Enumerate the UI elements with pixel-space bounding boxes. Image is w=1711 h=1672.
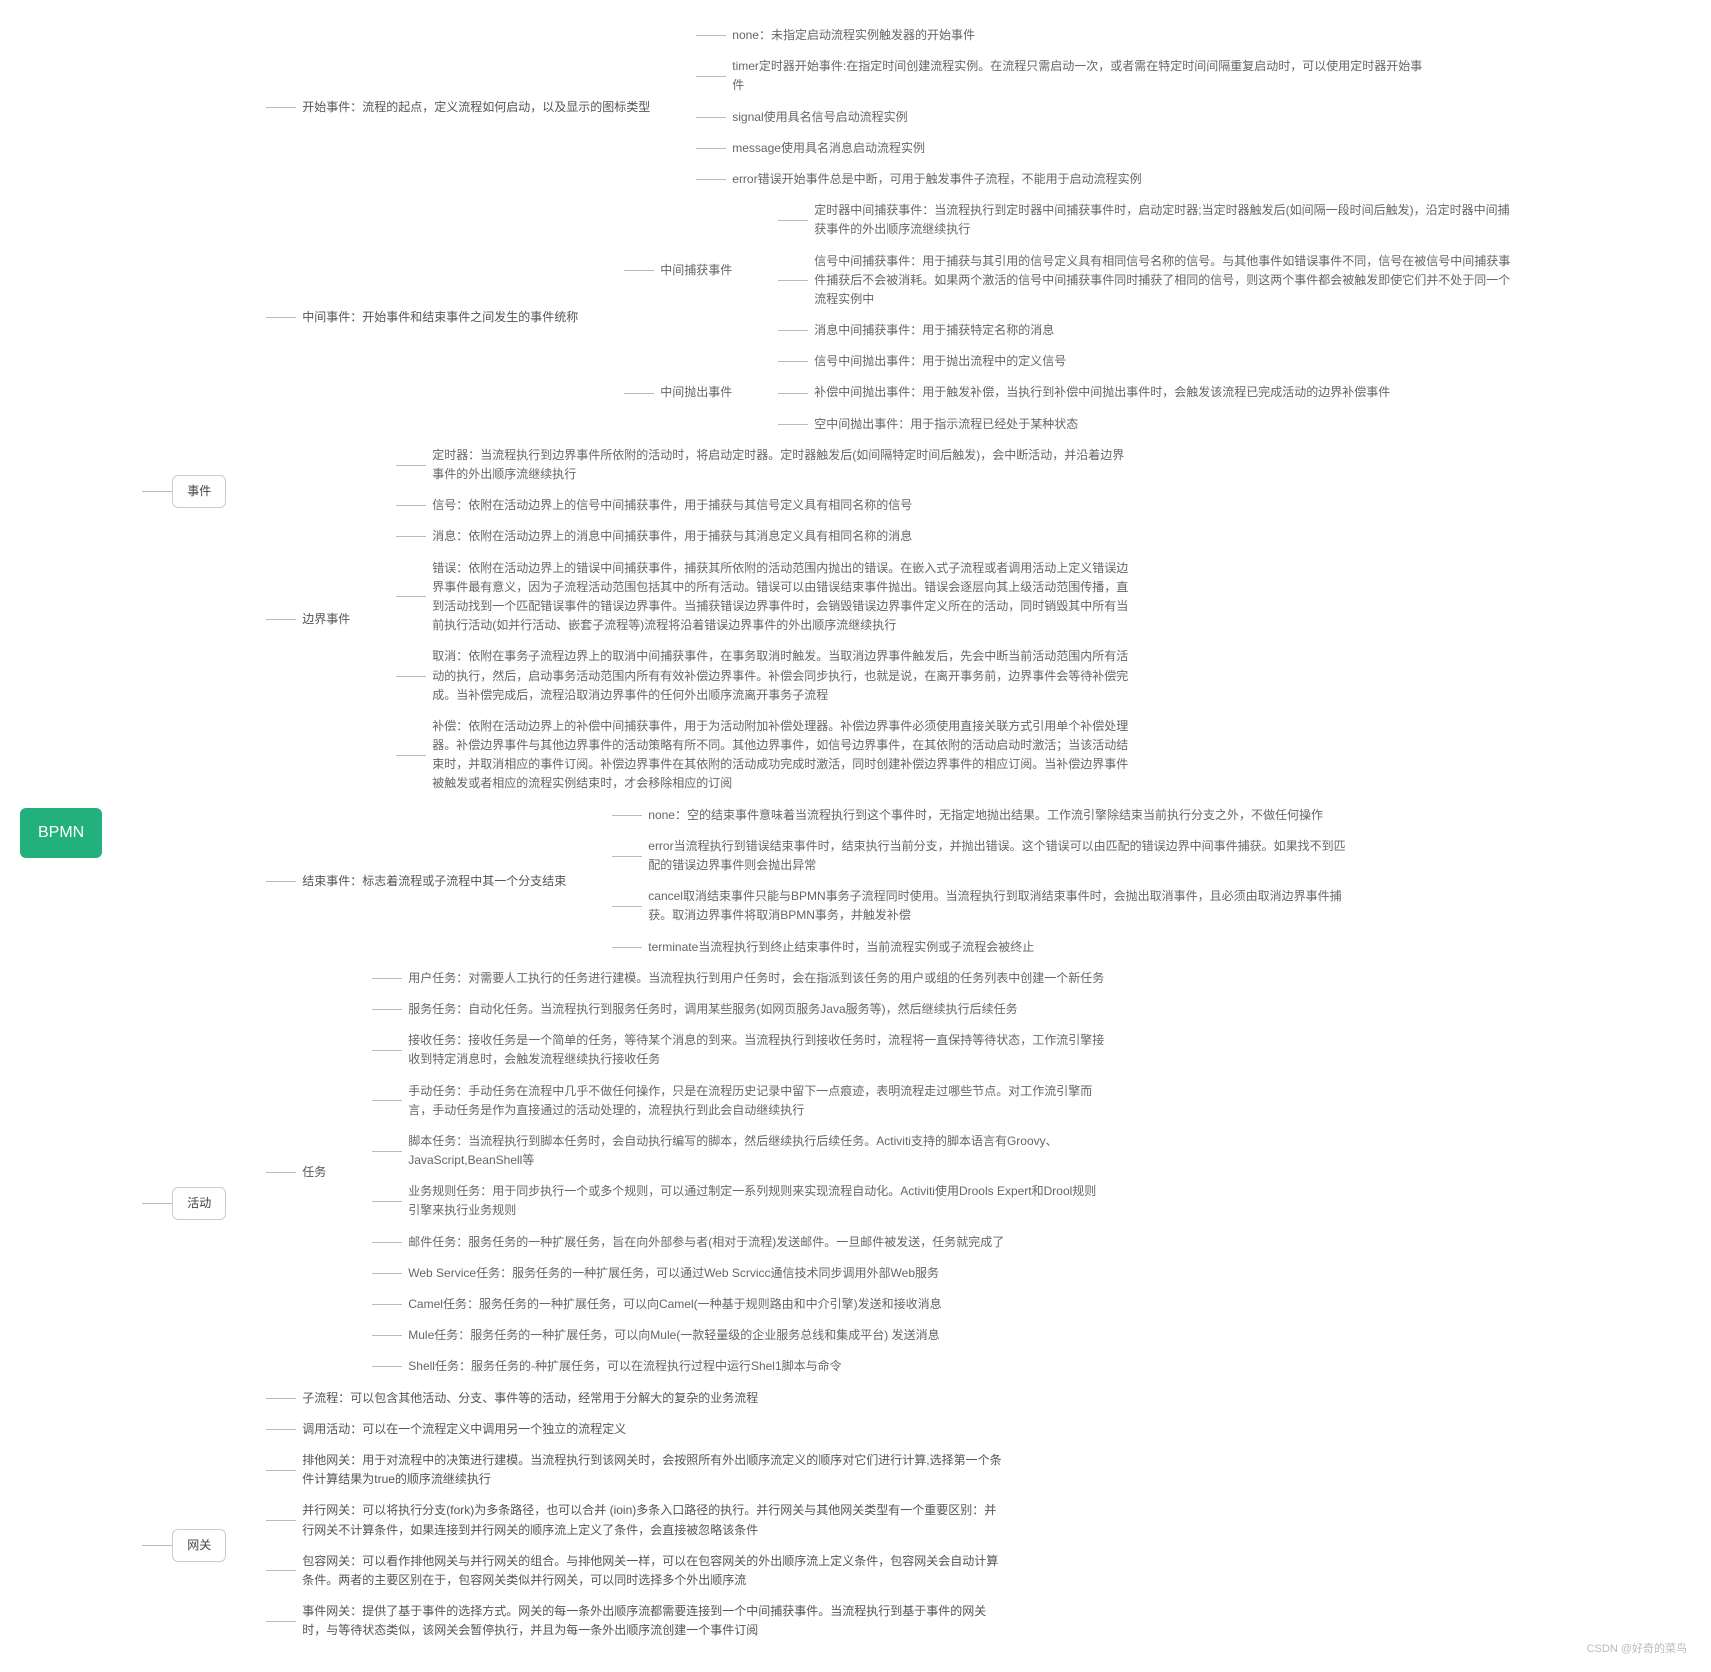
- node: 错误：依附在活动边界上的错误中间捕获事件，捕获其所依附的活动范围内抛出的错误。在…: [426, 557, 1138, 638]
- node: 中间捕获事件: [654, 259, 738, 282]
- node: error当流程执行到错误结束事件时，结束执行当前分支，并抛出错误。这个错误可以…: [642, 835, 1354, 877]
- node: Mule任务：服务任务的一种扩展任务，可以向Mule(一款轻量级的企业服务总线和…: [402, 1324, 945, 1347]
- node: Camel任务：服务任务的一种扩展任务，可以向Camel(一种基于规则路由和中介…: [402, 1293, 947, 1316]
- node: 子流程：可以包含其他活动、分支、事件等的活动，经常用于分解大的复杂的业务流程: [296, 1387, 764, 1410]
- node: 任务: [296, 1161, 332, 1184]
- node: 排他网关：用于对流程中的决策进行建模。当流程执行到该网关时，会按照所有外出顺序流…: [296, 1449, 1008, 1491]
- node: 中间事件：开始事件和结束事件之间发生的事件统称: [296, 306, 584, 329]
- node: none：未指定启动流程实例触发器的开始事件: [726, 24, 981, 47]
- level1-node: 网关: [172, 1529, 226, 1562]
- node: 用户任务：对需要人工执行的任务进行建模。当流程执行到用户任务时，会在指派到该任务…: [402, 967, 1110, 990]
- node: signal使用具名信号启动流程实例: [726, 106, 913, 129]
- node: timer定时器开始事件:在指定时间创建流程实例。在流程只需启动一次，或者需在特…: [726, 55, 1438, 97]
- node: 并行网关：可以将执行分支(fork)为多条路径，也可以合并 (ioin)多条入口…: [296, 1499, 1008, 1541]
- node: none：空的结束事件意味着当流程执行到这个事件时，无指定地抛出结果。工作流引擎…: [642, 804, 1329, 827]
- node: 业务规则任务：用于同步执行一个或多个规则，可以通过制定一系列规则来实现流程自动化…: [402, 1180, 1114, 1222]
- node: 包容网关：可以看作排他网关与并行网关的组合。与排他网关一样，可以在包容网关的外出…: [296, 1550, 1008, 1592]
- root-label: BPMN: [38, 824, 84, 841]
- node: 脚本任务：当流程执行到脚本任务时，会自动执行编写的脚本，然后继续执行后续任务。A…: [402, 1130, 1114, 1172]
- node: Shell任务：服务任务的-种扩展任务，可以在流程执行过程中运行Shel1脚本与…: [402, 1355, 847, 1378]
- node: 补偿中间抛出事件：用于触发补偿，当执行到补偿中间抛出事件时，会触发该流程已完成活…: [808, 381, 1396, 404]
- node: 信号中间抛出事件：用于抛出流程中的定义信号: [808, 350, 1072, 373]
- node: 接收任务：接收任务是一个简单的任务，等待某个消息的到来。当流程执行到接收任务时，…: [402, 1029, 1114, 1071]
- node: 定时器：当流程执行到边界事件所依附的活动时，将启动定时器。定时器触发后(如间隔特…: [426, 444, 1138, 486]
- root-node: BPMN: [20, 808, 102, 858]
- node: 服务任务：自动化任务。当流程执行到服务任务时，调用某些服务(如网页服务Java服…: [402, 998, 1023, 1021]
- node: 定时器中间捕获事件：当流程执行到定时器中间捕获事件时，启动定时器;当定时器触发后…: [808, 199, 1520, 241]
- node: cancel取消结束事件只能与BPMN事务子流程同时使用。当流程执行到取消结束事…: [642, 885, 1354, 927]
- watermark: CSDN @好奇的菜鸟: [1587, 1640, 1687, 1656]
- node: 事件网关：提供了基于事件的选择方式。网关的每一条外出顺序流都需要连接到一个中间捕…: [296, 1600, 1008, 1642]
- node: 结束事件：标志着流程或子流程中其一个分支结束: [296, 870, 572, 893]
- node: 空中间抛出事件：用于指示流程已经处于某种状态: [808, 413, 1084, 436]
- node: 邮件任务：服务任务的一种扩展任务，旨在向外部参与者(相对于流程)发送邮件。一旦邮…: [402, 1231, 1010, 1254]
- node: terminate当流程执行到终止结束事件时，当前流程实例或子流程会被终止: [642, 936, 1040, 959]
- node: message使用具名消息启动流程实例: [726, 137, 931, 160]
- node: 信号中间捕获事件：用于捕获与其引用的信号定义具有相同信号名称的信号。与其他事件如…: [808, 250, 1520, 312]
- node: 边界事件: [296, 608, 356, 631]
- node: 信号：依附在活动边界上的信号中间捕获事件，用于捕获与其信号定义具有相同名称的信号: [426, 494, 918, 517]
- node: 消息中间捕获事件：用于捕获特定名称的消息: [808, 319, 1060, 342]
- level1-node: 事件: [172, 475, 226, 508]
- node: Web Service任务：服务任务的一种扩展任务，可以通过Web Scrvic…: [402, 1262, 945, 1285]
- node: 调用活动：可以在一个流程定义中调用另一个独立的流程定义: [296, 1418, 632, 1441]
- node: 取消：依附在事务子流程边界上的取消中间捕获事件，在事务取消时触发。当取消边界事件…: [426, 645, 1138, 707]
- node: 消息：依附在活动边界上的消息中间捕获事件，用于捕获与其消息定义具有相同名称的消息: [426, 525, 918, 548]
- node: 中间抛出事件: [654, 381, 738, 404]
- node: error错误开始事件总是中断，可用于触发事件子流程，不能用于启动流程实例: [726, 168, 1147, 191]
- node: 补偿：依附在活动边界上的补偿中间捕获事件，用于为活动附加补偿处理器。补偿边界事件…: [426, 715, 1138, 796]
- node: 开始事件：流程的起点，定义流程如何启动，以及显示的图标类型: [296, 96, 656, 119]
- level1-node: 活动: [172, 1187, 226, 1220]
- mindmap-container: BPMN 事件 开始事件：流程的起点，定义流程如何启动，以及显示的图标类型 none…: [20, 20, 1691, 1646]
- node: 手动任务：手动任务在流程中几乎不做任何操作，只是在流程历史记录中留下一点痕迹，表…: [402, 1080, 1114, 1122]
